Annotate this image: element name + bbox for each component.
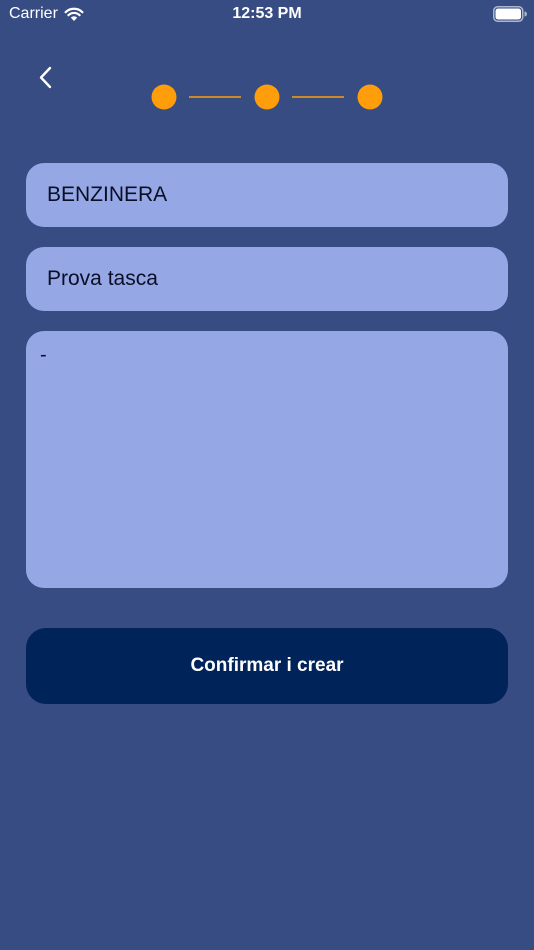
chevron-left-icon: [39, 66, 52, 89]
step-dot-3: [357, 84, 383, 110]
battery-icon: [493, 6, 527, 22]
confirm-create-button[interactable]: Confirmar i crear: [26, 628, 508, 704]
progress-stepper: [151, 84, 383, 110]
step-dot-2: [254, 84, 280, 110]
status-bar: Carrier 12:53 PM: [0, 0, 534, 28]
title-input[interactable]: BENZINERA: [26, 163, 508, 227]
back-button[interactable]: [30, 60, 62, 96]
step-dot-1: [151, 84, 177, 110]
notes-textarea[interactable]: -: [26, 331, 508, 588]
clock-time: 12:53 PM: [232, 5, 302, 22]
task-name-input[interactable]: Prova tasca: [26, 247, 508, 311]
